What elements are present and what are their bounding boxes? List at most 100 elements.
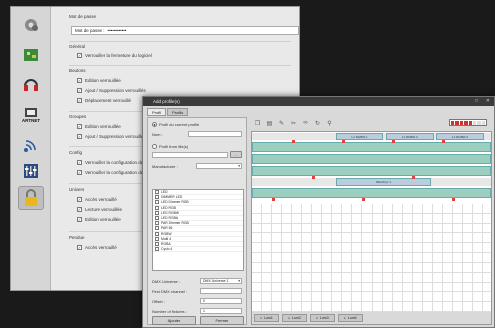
dmx-channel-cell[interactable] [302, 272, 313, 283]
cut-icon[interactable]: ✂ [290, 120, 297, 127]
option-groups-edit[interactable]: ✓ Edition verrouillée [77, 124, 121, 129]
add-button[interactable]: Ajouter [152, 316, 196, 325]
search-icon[interactable]: ⚲ [326, 120, 333, 127]
dmx-channel-cell[interactable] [352, 233, 363, 244]
radio-current-profile[interactable]: ● Profil du current profile [152, 122, 199, 127]
dmx-channel-cell[interactable] [402, 282, 413, 293]
dmx-channel-cell[interactable] [422, 292, 433, 303]
dmx-channel-cell[interactable] [432, 272, 443, 283]
dmx-channel-cell[interactable] [272, 302, 283, 312]
dmx-channel-cell[interactable] [252, 243, 263, 254]
dmx-channel-cell[interactable] [312, 204, 323, 214]
dmx-channel-cell[interactable] [392, 233, 403, 244]
faders-icon[interactable] [18, 159, 44, 183]
dmx-channel-cell[interactable] [272, 223, 283, 234]
dmx-channel-cell[interactable] [422, 272, 433, 283]
dmx-channel-cell[interactable] [352, 282, 363, 293]
dmx-channel-cell[interactable] [312, 243, 323, 254]
dmx-channel-cell[interactable] [282, 223, 293, 234]
dmx-channel-cell[interactable] [322, 223, 333, 234]
dmx-channel-cell[interactable] [382, 262, 393, 273]
tab-profil[interactable]: Profil [147, 108, 167, 116]
dmx-channel-cell[interactable] [292, 213, 303, 224]
dmx-channel-cell[interactable] [362, 243, 373, 254]
dmx-channel-cell[interactable] [382, 253, 393, 263]
password-field[interactable]: Mot de passe : •••••••••••• [71, 26, 299, 35]
dmx-channel-cell[interactable] [252, 272, 263, 283]
dmx-channel-cell[interactable] [472, 233, 483, 244]
wireless-icon[interactable] [18, 133, 44, 157]
group-block[interactable]: L1 RGBW 1 [335, 133, 384, 140]
dmx-channel-cell[interactable] [342, 253, 353, 263]
dmx-channel-cell[interactable] [442, 204, 453, 214]
fixture-block[interactable] [252, 154, 491, 164]
dmx-channel-cell[interactable] [402, 262, 413, 273]
dmx-channel-cell[interactable] [312, 302, 323, 312]
dmx-channel-cell[interactable] [322, 272, 333, 283]
dmx-channel-cell[interactable] [402, 223, 413, 234]
dmx-channel-cell[interactable] [322, 253, 333, 263]
dmx-channel-cell[interactable] [482, 263, 491, 273]
option-universe-edit[interactable]: ✓ Edition verrouillée [77, 217, 121, 222]
option-lock-close[interactable]: ✓ Verrouiller la fermeture du logiciel [77, 53, 152, 58]
dmx-channel-cell[interactable] [462, 272, 473, 283]
dmx-channel-cell[interactable] [302, 204, 313, 214]
dmx-channel-cell[interactable] [442, 282, 453, 293]
checkbox[interactable]: ✓ [77, 134, 82, 139]
dmx-channel-cell[interactable] [452, 302, 463, 312]
dmx-channel-cell[interactable] [332, 302, 343, 312]
dmx-channel-cell[interactable] [272, 243, 283, 254]
dmx-channel-cell[interactable] [422, 282, 433, 293]
dmx-channel-cell[interactable] [462, 223, 473, 234]
dmx-channel-cell[interactable] [292, 253, 303, 263]
dmx-channel-cell[interactable] [402, 233, 413, 244]
dmx-channel-cell[interactable] [302, 302, 313, 312]
dmx-channel-cell[interactable] [372, 204, 383, 214]
dmx-channel-cell[interactable] [442, 243, 453, 254]
dmx-channel-cell[interactable] [392, 302, 403, 312]
dmx-channel-cell[interactable] [362, 213, 373, 224]
dmx-channel-cell[interactable] [452, 282, 463, 293]
checkbox[interactable]: ✓ [77, 124, 82, 129]
dmx-channel-cell[interactable] [292, 233, 303, 244]
dmx-channel-cell[interactable] [352, 213, 363, 224]
radio-button[interactable] [152, 144, 157, 149]
dmx-channel-cell[interactable] [432, 253, 443, 263]
dmx-channel-cell[interactable] [362, 302, 373, 312]
dmx-channel-cell[interactable] [442, 223, 453, 234]
checkbox[interactable]: ✓ [77, 170, 82, 175]
checkbox[interactable]: ✓ [77, 98, 82, 103]
dmx-channel-cell[interactable] [362, 262, 373, 273]
dmx-channel-cell[interactable] [342, 233, 353, 244]
dmx-channel-cell[interactable] [332, 243, 343, 254]
dmx-channel-cell[interactable] [282, 302, 293, 312]
dmx-channel-cell[interactable] [332, 282, 343, 293]
dmx-channel-cell[interactable] [462, 243, 473, 254]
dmx-channel-cell[interactable] [412, 302, 423, 312]
dmx-universe-select[interactable]: DMX Universe 1 ▾ [200, 278, 242, 284]
dmx-channel-cell[interactable] [412, 233, 423, 244]
gear-icon[interactable] [18, 13, 44, 37]
dmx-channel-cell[interactable] [272, 204, 283, 214]
radio-from-file[interactable]: Profil from file(s) [152, 144, 188, 149]
dmx-channel-cell[interactable] [472, 223, 483, 234]
dmx-channel-cell[interactable] [472, 204, 483, 214]
checkbox[interactable]: ✓ [77, 197, 82, 202]
dmx-channel-cell[interactable] [472, 282, 483, 293]
dmx-channel-cell[interactable] [372, 253, 383, 263]
dmx-channel-cell[interactable] [462, 204, 473, 214]
tab-profils[interactable]: Profils [167, 108, 189, 116]
option-universe-access[interactable]: ✓ Accès verrouillé [77, 197, 117, 202]
dmx-channel-cell[interactable] [482, 302, 491, 312]
dmx-channel-cell[interactable] [372, 272, 383, 283]
dmx-channel-cell[interactable] [432, 302, 443, 312]
dmx-channel-cell[interactable] [352, 243, 363, 254]
dmx-channel-cell[interactable] [442, 213, 453, 224]
dmx-channel-cell[interactable] [402, 292, 413, 303]
artnet-icon[interactable]: ARTNET [18, 103, 44, 127]
refresh-icon[interactable]: ↻ [314, 120, 321, 127]
dmx-channel-cell[interactable] [272, 233, 283, 244]
first-channel-input[interactable] [200, 288, 242, 294]
dmx-channel-cell[interactable] [272, 272, 283, 283]
offset-input[interactable]: 0 [200, 298, 242, 304]
